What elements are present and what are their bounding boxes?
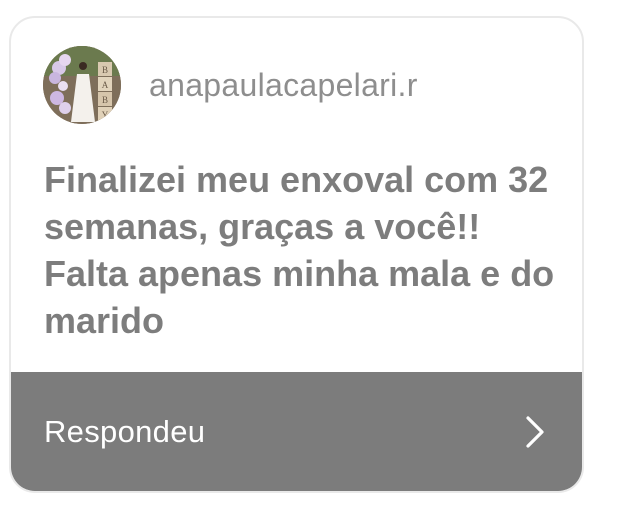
replied-label: Respondeu bbox=[44, 413, 206, 449]
chevron-right-icon bbox=[526, 415, 544, 448]
avatar-block-2: A bbox=[102, 80, 109, 90]
reply-header: B A B Y anapaulacapelari.r bbox=[43, 46, 418, 124]
username[interactable]: anapaulacapelari.r bbox=[149, 67, 418, 104]
avatar-photo: B A B Y bbox=[43, 46, 121, 124]
replied-row[interactable]: Respondeu bbox=[11, 372, 582, 491]
avatar-block-4: Y bbox=[102, 110, 109, 120]
story-reply-card: B A B Y anapaulacapelari.r Finalizei meu… bbox=[9, 16, 584, 493]
avatar-block-1: B bbox=[102, 65, 108, 75]
avatar[interactable]: B A B Y bbox=[43, 46, 121, 124]
reply-message: Finalizei meu enxoval com 32 semanas, gr… bbox=[44, 159, 555, 341]
avatar-block-3: B bbox=[102, 95, 108, 105]
